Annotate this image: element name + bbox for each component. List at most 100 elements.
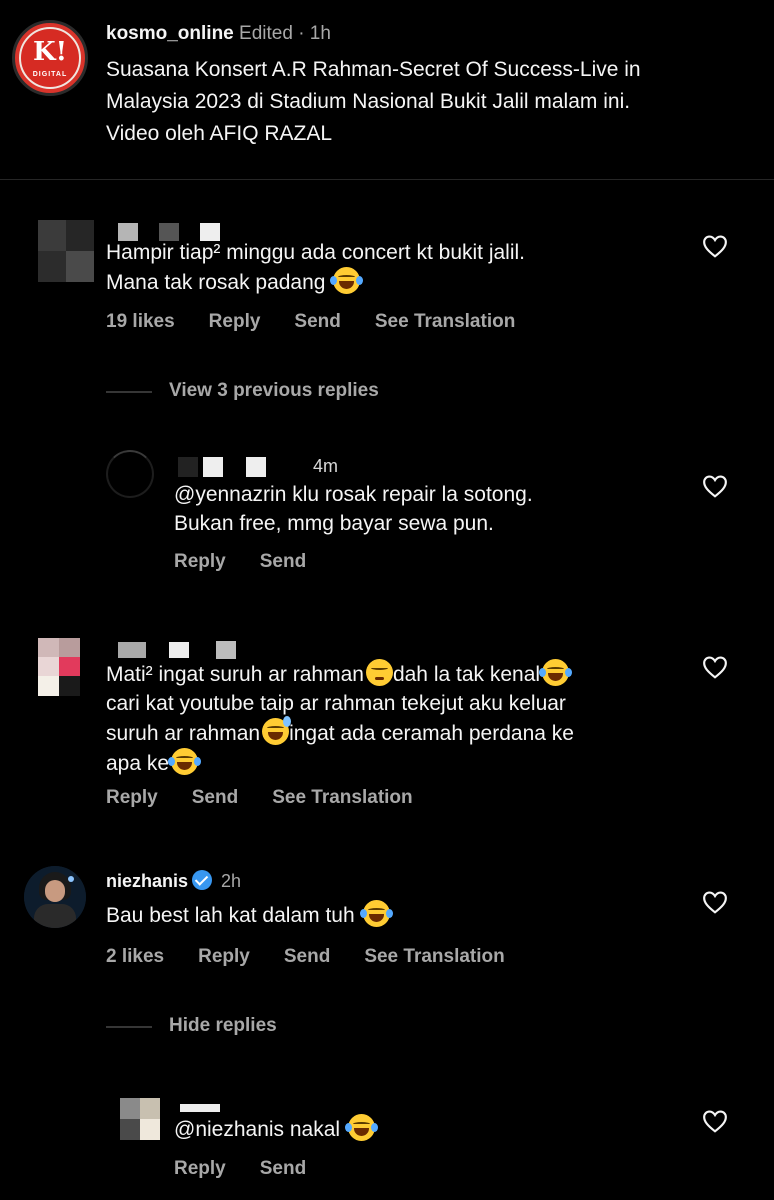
comment-username-row: niezhanis 2h (106, 870, 241, 892)
comment: niezhanis 2h Bau best lah kat dalam tuh … (0, 860, 774, 1190)
comment-actions: 2 likes Reply Send See Translation (106, 946, 539, 968)
verified-badge-icon (192, 870, 213, 890)
heart-outline-icon[interactable] (702, 890, 728, 914)
thread-divider (106, 391, 152, 393)
comment-actions: Reply Send See Translation (106, 787, 447, 809)
reply-text: @yennazrin klu rosak repair la sotong. B… (174, 480, 694, 538)
view-previous-replies-button[interactable]: View 3 previous replies (169, 380, 379, 402)
comment-line: cari kat youtube taip ar rahman tekejut … (106, 692, 566, 715)
comment-line-text: dah la tak kenal (392, 663, 541, 686)
redaction-block (180, 1104, 220, 1113)
pixel-block (59, 657, 80, 676)
face-with-tears-of-joy-emoji (344, 1114, 378, 1141)
heart-outline-icon[interactable] (702, 1109, 728, 1133)
caption-line: Video oleh AFIQ RAZAL (106, 122, 333, 145)
post-author-avatar[interactable]: K! DIGITAL (12, 20, 88, 96)
comment-time: 2h (221, 871, 242, 891)
reply-line: @niezhanis nakal (174, 1114, 694, 1144)
caption-line: Suasana Konsert A.R Rahman-Secret Of Suc… (106, 58, 641, 81)
reply-line-text: @niezhanis nakal (174, 1118, 341, 1141)
hide-replies-button[interactable]: Hide replies (169, 1015, 277, 1037)
reply-button[interactable]: Reply (209, 311, 261, 332)
comment-line-text: Bau best lah kat dalam tuh (106, 904, 355, 927)
redacted-username[interactable]: 4m (178, 455, 339, 478)
comment: Mati² ingat suruh ar rahman dah la tak ke… (0, 630, 774, 830)
heart-outline-icon[interactable] (702, 474, 728, 498)
avatar-body (34, 904, 76, 928)
comment-avatar-pixelated[interactable] (38, 638, 80, 696)
reply-button[interactable]: Reply (106, 787, 158, 808)
comment-avatar-pixelated[interactable] (38, 220, 94, 282)
unamused-face-emoji (365, 659, 393, 686)
redaction-block (203, 457, 224, 478)
reply-avatar-pixelated[interactable] (120, 1098, 160, 1140)
reply-avatar-loading[interactable] (106, 450, 154, 498)
commenter-avatar[interactable] (24, 866, 86, 928)
heart-outline-icon[interactable] (702, 234, 728, 258)
send-button[interactable]: Send (284, 946, 330, 967)
avatar-logo-subtext: DIGITAL (32, 71, 68, 78)
comment-line-text: Mana tak rosak padang (106, 271, 326, 294)
face-with-tears-of-joy-emoji (330, 267, 364, 294)
reply-button[interactable]: Reply (174, 551, 226, 572)
comment-text: Bau best lah kat dalam tuh (106, 900, 696, 930)
redaction-block (169, 642, 190, 659)
pixel-block (140, 1098, 160, 1119)
pixel-block (120, 1119, 140, 1140)
see-translation-button[interactable]: See Translation (272, 787, 412, 808)
post-username[interactable]: kosmo_online (106, 23, 234, 44)
reply-time: 4m (313, 456, 339, 476)
reply-actions: Reply Send (174, 1158, 340, 1180)
likes-count[interactable]: 2 likes (106, 946, 164, 967)
pixel-block (66, 251, 94, 282)
heart-outline-icon[interactable] (702, 655, 728, 679)
see-translation-button[interactable]: See Translation (364, 946, 504, 967)
redaction-block (216, 641, 237, 660)
comment: Hampir tiap² minggu ada concert kt bukit… (0, 200, 774, 600)
pixel-block (59, 638, 80, 657)
reply-button[interactable]: Reply (174, 1158, 226, 1179)
grinning-face-with-sweat-emoji (262, 716, 292, 745)
reply-text: @niezhanis nakal (174, 1114, 694, 1144)
comment-line-text: Mati² ingat suruh ar rahman (106, 663, 364, 686)
commenter-username[interactable]: niezhanis (106, 871, 188, 891)
comment-text: Hampir tiap² minggu ada concert kt bukit… (106, 238, 696, 297)
post-time: 1h (309, 23, 331, 44)
pixel-block (120, 1098, 140, 1119)
comment-line-text: suruh ar rahman (106, 722, 261, 745)
comment-line: Bau best lah kat dalam tuh (106, 900, 696, 930)
reply-line: @yennazrin klu rosak repair la sotong. (174, 483, 533, 506)
reply-button[interactable]: Reply (198, 946, 250, 967)
pixel-block (38, 638, 59, 657)
avatar-logo-text: K! (32, 37, 67, 67)
comment-line: suruh ar rahman ingat ada ceramah perdana… (106, 716, 696, 748)
send-button[interactable]: Send (260, 1158, 306, 1179)
face-with-tears-of-joy-emoji (168, 748, 202, 775)
thread-divider (106, 1026, 152, 1028)
comment-line: Hampir tiap² minggu ada concert kt bukit… (106, 241, 526, 264)
pixel-block (66, 220, 94, 251)
face-with-tears-of-joy-emoji (359, 900, 393, 927)
send-button[interactable]: Send (260, 551, 306, 572)
see-translation-button[interactable]: See Translation (375, 311, 515, 332)
comment-actions: 19 likes Reply Send See Translation (106, 311, 549, 333)
reply-line: Bukan free, mmg bayar sewa pun. (174, 512, 494, 535)
pixel-block (38, 676, 59, 696)
comment-line: Mati² ingat suruh ar rahman dah la tak ke… (106, 659, 696, 689)
post-caption: K! DIGITAL kosmo_online Edited · 1h Suas… (0, 0, 774, 180)
comment-line-text: apa ke (106, 752, 170, 775)
avatar-light (68, 876, 74, 882)
comment-line: Mana tak rosak padang (106, 267, 696, 297)
send-button[interactable]: Send (294, 311, 340, 332)
post-edited-label: Edited (239, 23, 293, 44)
comment-line: apa ke (106, 748, 696, 778)
redaction-block (246, 457, 267, 478)
redaction-block (118, 642, 146, 659)
likes-count[interactable]: 19 likes (106, 311, 175, 332)
send-button[interactable]: Send (192, 787, 238, 808)
reply-actions: Reply Send (174, 551, 340, 573)
comment-text: Mati² ingat suruh ar rahman dah la tak ke… (106, 659, 696, 778)
post-caption-text: Suasana Konsert A.R Rahman-Secret Of Suc… (106, 54, 756, 150)
caption-line: Malaysia 2023 di Stadium Nasional Bukit … (106, 90, 631, 113)
redacted-username[interactable] (118, 638, 237, 660)
